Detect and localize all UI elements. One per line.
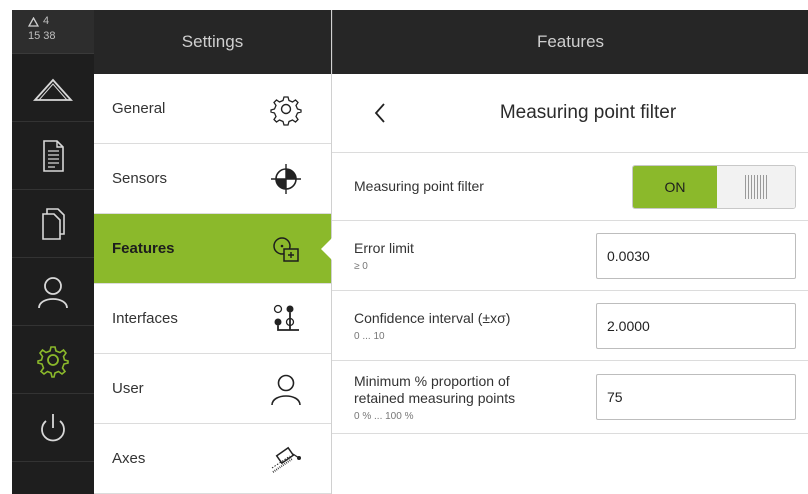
warning-indicator[interactable]: 4 xyxy=(28,14,94,29)
settings-menu: Settings General Sensors Features Interf… xyxy=(94,10,332,494)
min-proportion-input[interactable] xyxy=(596,374,796,420)
grip-icon xyxy=(745,174,767,199)
menu-item-sensors[interactable]: Sensors xyxy=(94,144,331,214)
menu-item-axes[interactable]: Axes xyxy=(94,424,331,494)
error-limit-range: ≥ 0 xyxy=(354,260,368,272)
confidence-interval-input[interactable] xyxy=(596,302,796,349)
min-proportion-label-line1: Minimum % proportion of xyxy=(354,372,510,389)
filter-toggle-row: Measuring point filter ON xyxy=(332,152,808,220)
protocol-icon xyxy=(43,139,64,172)
toggle-on-label: ON xyxy=(633,165,717,208)
warning-triangle-icon xyxy=(28,16,39,27)
filter-label: Measuring point filter xyxy=(354,178,484,194)
settings-header: Settings xyxy=(94,10,331,74)
filter-toggle[interactable]: ON xyxy=(632,164,796,209)
axes-icon xyxy=(271,446,301,473)
features-panel: Features Measuring point filter Measurin… xyxy=(332,10,808,494)
user-login-icon xyxy=(38,276,68,308)
menu-item-label: User xyxy=(112,380,144,397)
power-icon xyxy=(41,413,65,441)
menu-item-label: Features xyxy=(112,240,175,257)
menu-item-user[interactable]: User xyxy=(94,354,331,424)
menu-item-label: Interfaces xyxy=(112,310,178,327)
error-limit-input[interactable] xyxy=(596,232,796,279)
toggle-handle[interactable] xyxy=(717,165,795,208)
measure-icon xyxy=(33,78,73,101)
menu-item-features[interactable]: Features xyxy=(94,214,332,284)
menu-item-general[interactable]: General xyxy=(94,74,331,144)
warning-count: 4 xyxy=(43,15,50,27)
title-bar: Measuring point filter xyxy=(332,74,808,152)
rail-protocol-button[interactable] xyxy=(12,122,94,190)
rail-power-button[interactable] xyxy=(12,394,94,462)
rail-measure-button[interactable] xyxy=(12,54,94,122)
user-icon xyxy=(271,374,301,405)
features-icon xyxy=(273,236,299,262)
rail-settings-button[interactable] xyxy=(12,326,94,394)
file-management-icon xyxy=(42,207,65,240)
back-button[interactable] xyxy=(366,98,394,128)
page-title: Measuring point filter xyxy=(499,102,677,123)
rail-file-management-button[interactable] xyxy=(12,190,94,258)
confidence-interval-row: Confidence interval (±xσ) 0 ... 10 xyxy=(332,290,808,360)
crosshair-sensor-icon xyxy=(271,163,301,194)
min-proportion-range: 0 % ... 100 % xyxy=(354,410,414,422)
interfaces-icon xyxy=(273,304,299,331)
min-proportion-label-line2: retained measuring points xyxy=(354,389,516,406)
status-area: 4 15 38 xyxy=(12,10,94,54)
clock: 15 38 xyxy=(28,30,56,42)
main-menu: 4 15 38 xyxy=(12,10,94,494)
confidence-interval-range: 0 ... 10 xyxy=(354,330,385,342)
menu-item-label: Sensors xyxy=(112,170,168,187)
min-proportion-row: Minimum % proportion of retained measuri… xyxy=(332,360,808,434)
features-header: Features xyxy=(332,10,808,74)
menu-item-interfaces[interactable]: Interfaces xyxy=(94,284,331,354)
settings-icon xyxy=(37,345,69,378)
error-limit-label: Error limit xyxy=(354,239,414,256)
rail-user-login-button[interactable] xyxy=(12,258,94,326)
menu-item-label: Axes xyxy=(112,450,146,467)
confidence-interval-label: Confidence interval (±xσ) xyxy=(354,309,511,326)
gear-icon xyxy=(270,95,302,126)
menu-item-label: General xyxy=(112,100,166,117)
error-limit-row: Error limit ≥ 0 xyxy=(332,220,808,290)
chevron-left-icon xyxy=(374,103,385,123)
